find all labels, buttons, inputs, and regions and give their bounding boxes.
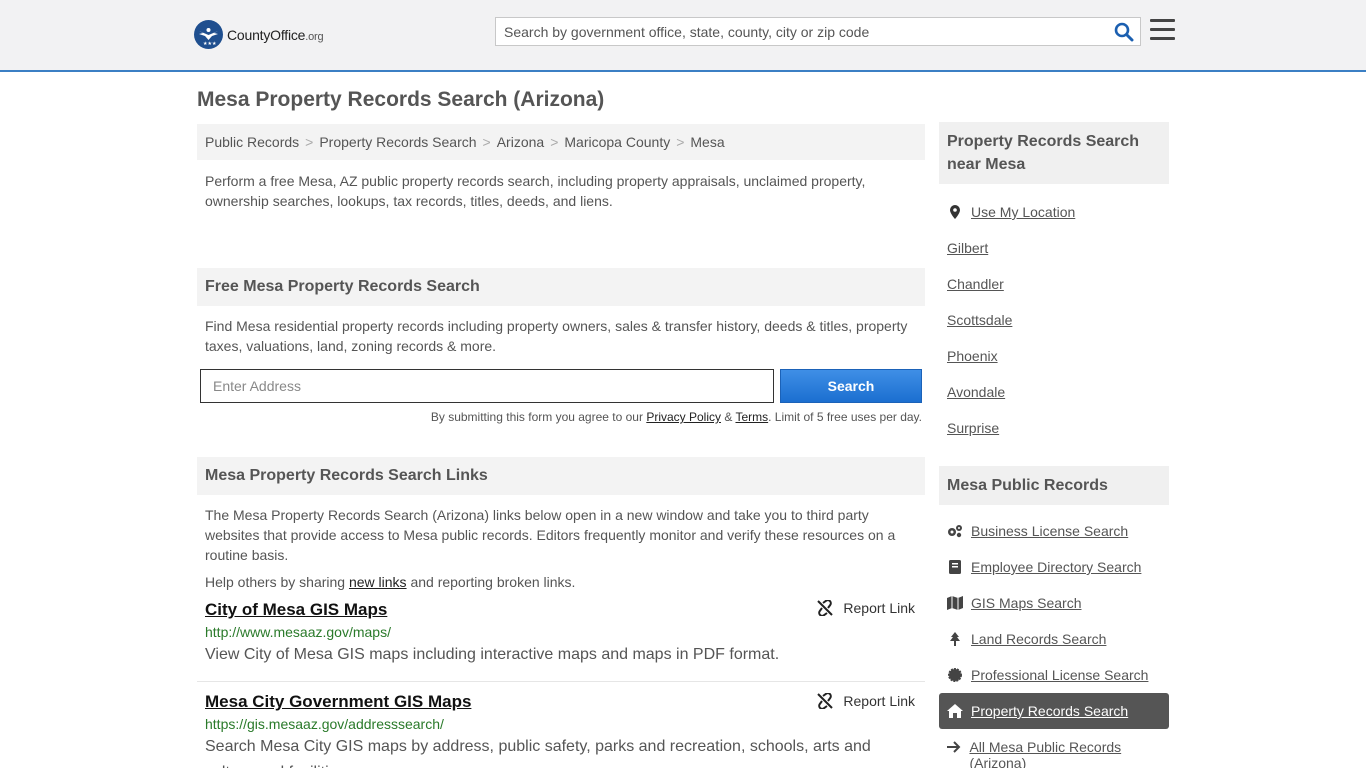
top-bar: ★★★ CountyOffice.org bbox=[0, 0, 1366, 72]
public-record-link[interactable]: Employee Directory Search bbox=[971, 559, 1141, 575]
nearby-city-link[interactable]: Gilbert bbox=[947, 240, 988, 256]
logo-tld: .org bbox=[305, 30, 324, 43]
nearby-list: Use My Location Gilbert Chandler Scottsd… bbox=[939, 194, 1169, 446]
sidebar: Property Records Search near Mesa Use My… bbox=[939, 122, 1169, 768]
page-title: Mesa Property Records Search (Arizona) bbox=[197, 88, 605, 111]
breadcrumb-item[interactable]: Property Records Search bbox=[319, 134, 476, 150]
report-link-button[interactable]: Report Link bbox=[817, 600, 915, 616]
home-icon bbox=[947, 703, 963, 719]
links-heading: Mesa Property Records Search Links bbox=[197, 457, 925, 495]
logo-eagle-icon: ★★★ bbox=[194, 20, 223, 49]
public-record-link[interactable]: Property Records Search bbox=[971, 703, 1128, 719]
hamburger-menu-icon[interactable] bbox=[1150, 19, 1175, 41]
resource-link-title[interactable]: Mesa City Government GIS Maps bbox=[205, 692, 471, 712]
free-search-desc: Find Mesa residential property records i… bbox=[205, 318, 908, 354]
nearby-city-link[interactable]: Surprise bbox=[947, 420, 999, 436]
site-search bbox=[495, 17, 1141, 46]
new-links-link[interactable]: new links bbox=[349, 574, 407, 590]
public-record-link[interactable]: Land Records Search bbox=[971, 631, 1106, 647]
breadcrumb-item[interactable]: Maricopa County bbox=[564, 134, 670, 150]
nearby-city-link[interactable]: Avondale bbox=[947, 384, 1005, 400]
resource-link-url: https://gis.mesaaz.gov/addresssearch/ bbox=[205, 716, 444, 732]
map-icon bbox=[947, 595, 963, 611]
nearby-item: Scottsdale bbox=[939, 302, 1169, 338]
nearby-item: Phoenix bbox=[939, 338, 1169, 374]
nearby-item: Avondale bbox=[939, 374, 1169, 410]
report-link-button[interactable]: Report Link bbox=[817, 693, 915, 709]
free-search-heading: Free Mesa Property Records Search bbox=[197, 268, 925, 306]
links-desc: The Mesa Property Records Search (Arizon… bbox=[205, 507, 896, 563]
public-record-item: GIS Maps Search bbox=[939, 585, 1169, 621]
search-icon[interactable] bbox=[1114, 22, 1136, 42]
nearby-heading: Property Records Search near Mesa bbox=[939, 122, 1169, 184]
resource-link-item: City of Mesa GIS Maps Report Link http:/… bbox=[197, 595, 925, 682]
logo-text: CountyOffice bbox=[227, 26, 306, 43]
resource-link-url: http://www.mesaaz.gov/maps/ bbox=[205, 624, 391, 640]
public-record-link[interactable]: GIS Maps Search bbox=[971, 595, 1082, 611]
breadcrumb-item[interactable]: Public Records bbox=[205, 134, 299, 150]
terms-notice: By submitting this form you agree to our… bbox=[430, 410, 922, 424]
public-record-link[interactable]: All Mesa Public Records (Arizona) bbox=[969, 739, 1161, 768]
main-content: Public Records > Property Records Search > A… bbox=[197, 124, 925, 768]
resource-link-title[interactable]: City of Mesa GIS Maps bbox=[205, 600, 387, 620]
public-record-item: Land Records Search bbox=[939, 621, 1169, 657]
terms-link[interactable]: Terms bbox=[735, 410, 768, 424]
address-search-form: Search bbox=[197, 369, 925, 411]
public-record-item-active: Property Records Search bbox=[939, 693, 1169, 729]
share-text: Help others by sharing new links and rep… bbox=[205, 574, 576, 590]
map-marker-icon bbox=[950, 205, 960, 219]
public-record-link[interactable]: Business License Search bbox=[971, 523, 1128, 539]
use-location-item: Use My Location bbox=[939, 194, 1169, 230]
broken-link-icon bbox=[817, 693, 834, 709]
nearby-item: Surprise bbox=[939, 410, 1169, 446]
certificate-icon bbox=[947, 667, 963, 683]
site-logo[interactable]: ★★★ CountyOffice.org bbox=[194, 20, 324, 49]
breadcrumb: Public Records > Property Records Search > A… bbox=[197, 124, 925, 160]
arrow-right-icon bbox=[947, 739, 961, 755]
breadcrumb-item[interactable]: Mesa bbox=[690, 134, 724, 150]
public-records-list: Business License Search Employee Directo… bbox=[939, 513, 1169, 768]
address-input[interactable] bbox=[200, 369, 774, 403]
site-search-input[interactable] bbox=[496, 18, 1106, 45]
search-button[interactable]: Search bbox=[780, 369, 922, 403]
nearby-city-link[interactable]: Chandler bbox=[947, 276, 1004, 292]
gears-icon bbox=[947, 523, 963, 539]
resource-link-item: Mesa City Government GIS Maps Report Lin… bbox=[197, 682, 925, 768]
public-record-item: All Mesa Public Records (Arizona) bbox=[939, 729, 1169, 768]
public-record-link[interactable]: Professional License Search bbox=[971, 667, 1148, 683]
resource-link-desc: Search Mesa City GIS maps by address, pu… bbox=[205, 738, 871, 768]
use-my-location-link[interactable]: Use My Location bbox=[971, 204, 1075, 220]
privacy-policy-link[interactable]: Privacy Policy bbox=[646, 410, 721, 424]
public-record-item: Employee Directory Search bbox=[939, 549, 1169, 585]
public-record-item: Business License Search bbox=[939, 513, 1169, 549]
public-records-heading: Mesa Public Records bbox=[939, 466, 1169, 505]
book-icon bbox=[947, 559, 963, 575]
resource-link-desc: View City of Mesa GIS maps including int… bbox=[205, 646, 780, 663]
nearby-item: Gilbert bbox=[939, 230, 1169, 266]
nearby-city-link[interactable]: Phoenix bbox=[947, 348, 998, 364]
breadcrumb-item[interactable]: Arizona bbox=[497, 134, 544, 150]
public-record-item: Professional License Search bbox=[939, 657, 1169, 693]
svg-text:★★★: ★★★ bbox=[203, 41, 217, 47]
broken-link-icon bbox=[817, 600, 834, 616]
nearby-item: Chandler bbox=[939, 266, 1169, 302]
intro-text: Perform a free Mesa, AZ public property … bbox=[205, 173, 866, 209]
tree-icon bbox=[947, 631, 963, 647]
nearby-city-link[interactable]: Scottsdale bbox=[947, 312, 1012, 328]
